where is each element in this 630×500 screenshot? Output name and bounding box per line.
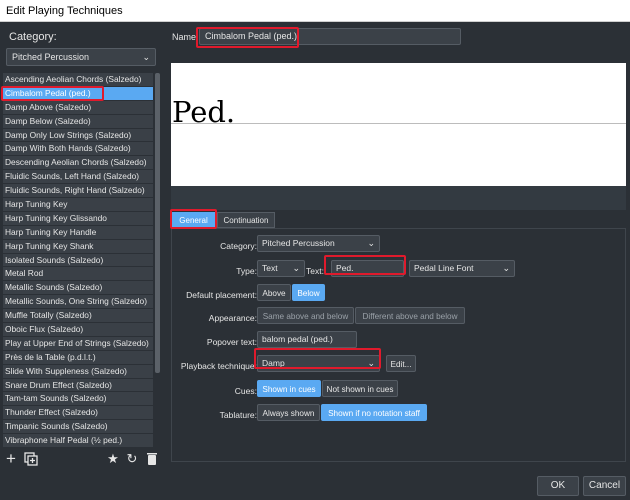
reset-icon[interactable]: ↻ [125, 452, 139, 466]
font-dropdown-value: Pedal Line Font [414, 263, 474, 273]
cues-label: Cues: [234, 386, 257, 396]
chevron-down-icon: ⌄ [502, 263, 510, 273]
trash-icon[interactable] [145, 452, 159, 466]
list-item[interactable]: Près de la Table (p.d.l.t.) [3, 350, 153, 365]
notation-preview: Ped. [171, 63, 626, 186]
duplicate-icon[interactable] [24, 452, 38, 466]
ok-button[interactable]: OK [537, 476, 579, 496]
tab-always-button[interactable]: Always shown [257, 404, 320, 421]
general-panel: Category: Pitched Percussion ⌄ Type: Tex… [171, 228, 626, 462]
category-select-value: Pitched Percussion [12, 52, 90, 62]
preview-text: Ped. [172, 95, 236, 129]
name-label: Name: [172, 32, 199, 42]
category-dropdown-value: Pitched Percussion [262, 238, 335, 248]
placement-above-button[interactable]: Above [257, 284, 291, 301]
plus-icon[interactable]: + [4, 450, 18, 467]
category-field-label: Category: [220, 241, 257, 251]
playback-label: Playback technique: [180, 361, 257, 371]
text-label: Text: [306, 266, 324, 276]
preview-bottom-bar [171, 186, 626, 210]
list-item[interactable]: Harp Tuning Key [3, 198, 153, 212]
list-item[interactable]: Snare Drum Effect (Salzedo) [3, 378, 153, 393]
window-title: Edit Playing Techniques [0, 0, 630, 22]
appearance-different-button[interactable]: Different above and below [355, 307, 465, 324]
list-item[interactable]: Damp Above (Salzedo) [3, 100, 153, 115]
list-item[interactable]: Metal Rod [3, 267, 153, 282]
technique-list[interactable]: Ascending Aeolian Chords (Salzedo) Cimbal… [3, 73, 153, 449]
tablature-label: Tablature: [219, 410, 257, 420]
list-item[interactable]: Slide With Suppleness (Salzedo) [3, 364, 153, 379]
list-item[interactable]: Damp With Both Hands (Salzedo) [3, 142, 153, 157]
category-select[interactable]: Pitched Percussion ⌄ [6, 48, 156, 66]
tab-continuation[interactable]: Continuation [217, 212, 275, 228]
tab-if-no-staff-button[interactable]: Shown if no notation staff [321, 404, 427, 421]
list-item[interactable]: Play at Upper End of Strings (Salzedo) [3, 336, 153, 351]
popover-input[interactable]: balom pedal (ped.) [257, 331, 357, 348]
list-item[interactable]: Metallic Sounds (Salzedo) [3, 281, 153, 296]
placement-label: Default placement: [186, 290, 257, 300]
list-item[interactable]: Harp Tuning Key Shank [3, 239, 153, 254]
popover-label: Popover text: [206, 337, 257, 347]
list-item[interactable]: Thunder Effect (Salzedo) [3, 406, 153, 421]
category-dropdown[interactable]: Pitched Percussion ⌄ [257, 235, 380, 252]
list-item[interactable]: Fluidic Sounds, Left Hand (Salzedo) [3, 170, 153, 185]
cues-not-shown-button[interactable]: Not shown in cues [322, 380, 398, 397]
list-item[interactable]: Ascending Aeolian Chords (Salzedo) [3, 73, 153, 87]
cues-shown-button[interactable]: Shown in cues [257, 380, 321, 397]
list-item[interactable]: Timpanic Sounds (Salzedo) [3, 420, 153, 435]
list-item[interactable]: Cimbalom Pedal (ped.) [3, 86, 153, 101]
chevron-down-icon: ⌄ [367, 358, 375, 368]
placement-below-button[interactable]: Below [292, 284, 325, 301]
list-toolbar: + ★ ↻ [3, 450, 161, 470]
list-item[interactable]: Harp Tuning Key Glissando [3, 211, 153, 226]
star-icon[interactable]: ★ [106, 452, 120, 466]
list-item[interactable]: Fluidic Sounds, Right Hand (Salzedo) [3, 184, 153, 199]
scrollbar-thumb[interactable] [155, 73, 160, 373]
playback-dropdown-value: Damp [262, 358, 285, 368]
list-item[interactable]: Metallic Sounds, One String (Salzedo) [3, 295, 153, 310]
name-input[interactable]: Cimbalom Pedal (ped.) [199, 28, 461, 45]
playback-dropdown[interactable]: Damp ⌄ [257, 355, 380, 372]
list-item[interactable]: Damp Only Low Strings (Salzedo) [3, 128, 153, 143]
list-item[interactable]: Descending Aeolian Chords (Salzedo) [3, 156, 153, 171]
list-item[interactable]: Harp Tuning Key Handle [3, 225, 153, 240]
text-input[interactable]: Ped. [331, 260, 404, 277]
edit-button[interactable]: Edit... [386, 355, 416, 372]
category-label: Category: [9, 31, 57, 43]
appearance-same-button[interactable]: Same above and below [257, 307, 354, 324]
list-item[interactable]: Damp Below (Salzedo) [3, 114, 153, 129]
list-item[interactable]: Tam-tam Sounds (Salzedo) [3, 392, 153, 407]
tab-general[interactable]: General [172, 212, 215, 228]
list-item[interactable]: Oboic Flux (Salzedo) [3, 323, 153, 337]
staff-line [171, 123, 626, 124]
right-panel: Name: Cimbalom Pedal (ped.) Ped. General… [165, 22, 630, 500]
dialog: Category: Pitched Percussion ⌄ Ascending… [0, 22, 630, 500]
left-panel: Category: Pitched Percussion ⌄ Ascending… [0, 22, 163, 500]
font-dropdown[interactable]: Pedal Line Font ⌄ [409, 260, 515, 277]
chevron-down-icon: ⌄ [142, 52, 150, 62]
list-item[interactable]: Vibraphone Half Pedal (½ ped.) [3, 434, 153, 449]
appearance-label: Appearance: [208, 313, 257, 323]
list-item[interactable]: Isolated Sounds (Salzedo) [3, 253, 153, 268]
chevron-down-icon: ⌄ [367, 238, 375, 248]
cancel-button[interactable]: Cancel [583, 476, 626, 496]
list-item[interactable]: Muffle Totally (Salzedo) [3, 309, 153, 324]
